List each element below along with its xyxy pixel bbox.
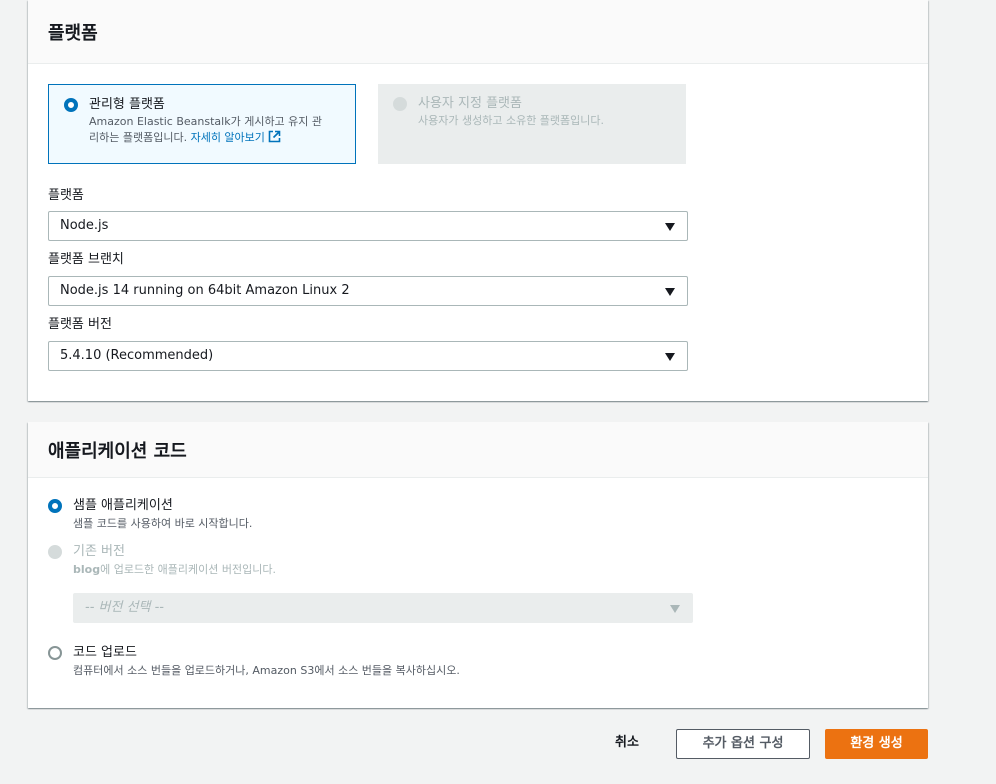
version-select[interactable]: -- 버전 선택 -- <box>73 593 693 623</box>
platform-panel: 플랫폼 관리형 플랫폼 Amazon Elastic Beanstalk가 게시… <box>28 0 928 401</box>
existing-version-radio[interactable] <box>48 545 62 559</box>
sample-application-radio[interactable] <box>48 499 62 513</box>
platform-select-value: Node.js <box>60 218 109 233</box>
external-link-icon[interactable] <box>268 130 281 148</box>
chevron-down-icon <box>665 223 675 231</box>
managed-platform-title: 관리형 플랫폼 <box>89 97 165 112</box>
platform-panel-header: 플랫폼 <box>28 0 928 64</box>
chevron-down-icon <box>670 605 680 613</box>
platform-version-label: 플랫폼 버전 <box>48 317 112 332</box>
managed-platform-tile[interactable]: 관리형 플랫폼 Amazon Elastic Beanstalk가 게시하고 유… <box>48 84 356 164</box>
existing-version-title: 기존 버전 <box>73 544 125 559</box>
managed-platform-desc: Amazon Elastic Beanstalk가 게시하고 유지 관 리하는 … <box>89 114 345 148</box>
platform-branch-select[interactable]: Node.js 14 running on 64bit Amazon Linux… <box>48 276 688 306</box>
platform-version-select-value: 5.4.10 (Recommended) <box>60 348 214 363</box>
sample-application-option[interactable]: 샘플 애플리케이션 샘플 코드를 사용하여 바로 시작합니다. <box>48 496 908 532</box>
upload-code-radio[interactable] <box>48 646 62 660</box>
platform-panel-title: 플랫폼 <box>48 22 98 44</box>
managed-platform-desc-line1: Amazon Elastic Beanstalk가 게시하고 유지 관 <box>89 115 323 128</box>
platform-branch-select-value: Node.js 14 running on 64bit Amazon Linux… <box>60 283 350 298</box>
upload-code-title: 코드 업로드 <box>73 645 137 660</box>
managed-platform-desc-line2: 리하는 플랫폼입니다. <box>89 131 188 144</box>
application-name: blog <box>73 563 101 576</box>
custom-platform-tile[interactable]: 사용자 지정 플랫폼 사용자가 생성하고 소유한 플랫폼입니다. <box>378 84 686 164</box>
chevron-down-icon <box>665 353 675 361</box>
create-environment-button[interactable]: 환경 생성 <box>825 729 928 759</box>
platform-version-select[interactable]: 5.4.10 (Recommended) <box>48 341 688 371</box>
custom-platform-radio[interactable] <box>393 97 407 111</box>
sample-application-title: 샘플 애플리케이션 <box>73 498 173 513</box>
platform-label: 플랫폼 <box>48 188 84 203</box>
cancel-button[interactable]: 취소 <box>596 729 658 759</box>
configure-more-options-button[interactable]: 추가 옵션 구성 <box>676 729 810 759</box>
sample-application-desc: 샘플 코드를 사용하여 바로 시작합니다. <box>73 517 253 530</box>
application-code-panel: 애플리케이션 코드 샘플 애플리케이션 샘플 코드를 사용하여 바로 시작합니다… <box>28 422 928 708</box>
upload-code-option[interactable]: 코드 업로드 컴퓨터에서 소스 번들을 업로드하거나, Amazon S3에서 … <box>48 643 908 679</box>
chevron-down-icon <box>665 288 675 296</box>
existing-version-option[interactable]: 기존 버전 blog에 업로드한 애플리케이션 버전입니다. <box>48 542 908 578</box>
learn-more-link[interactable]: 자세히 알아보기 <box>191 131 265 144</box>
custom-platform-desc: 사용자가 생성하고 소유한 플랫폼입니다. <box>418 114 605 127</box>
platform-select[interactable]: Node.js <box>48 211 688 241</box>
upload-code-desc: 컴퓨터에서 소스 번들을 업로드하거나, Amazon S3에서 소스 번들을 … <box>73 664 460 677</box>
platform-branch-label: 플랫폼 브랜치 <box>48 252 124 267</box>
custom-platform-title: 사용자 지정 플랫폼 <box>418 96 522 111</box>
managed-platform-radio[interactable] <box>64 98 78 112</box>
application-code-panel-header: 애플리케이션 코드 <box>28 422 928 478</box>
existing-version-desc: blog에 업로드한 애플리케이션 버전입니다. <box>73 561 908 578</box>
application-code-panel-title: 애플리케이션 코드 <box>48 440 187 462</box>
version-select-placeholder: -- 버전 선택 -- <box>85 600 165 615</box>
existing-version-desc-text: 에 업로드한 애플리케이션 버전입니다. <box>100 563 276 576</box>
